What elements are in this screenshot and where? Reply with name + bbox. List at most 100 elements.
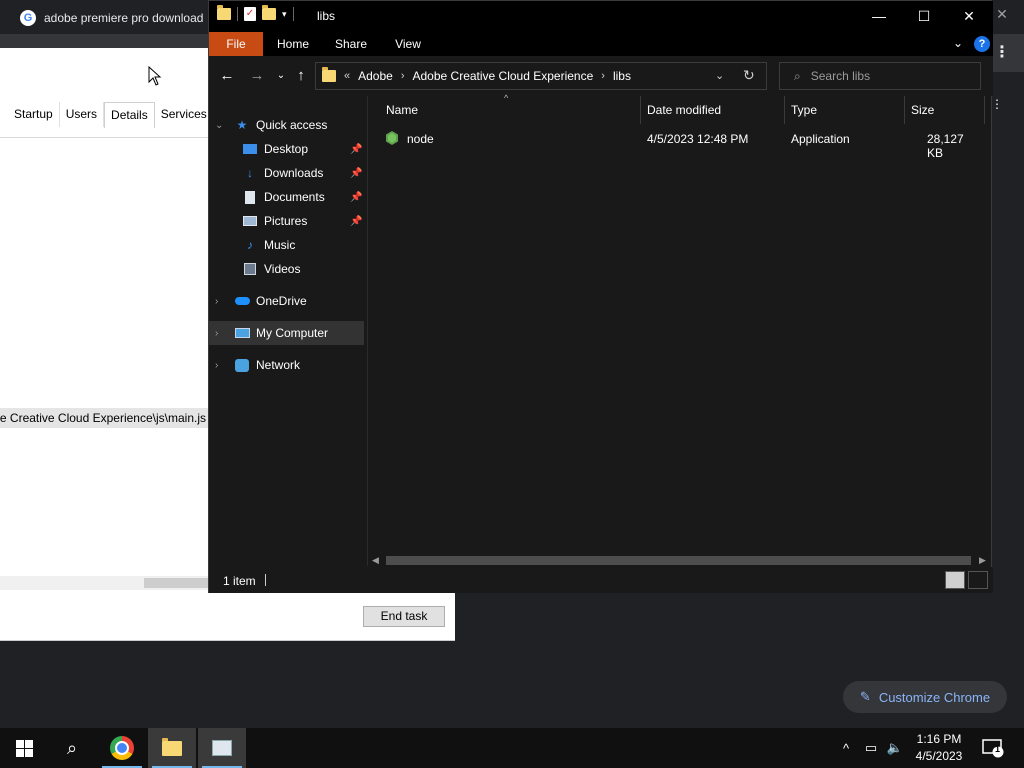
breadcrumb-libs[interactable]: libs	[613, 69, 631, 83]
pictures-icon	[242, 214, 258, 228]
details-path-tooltip: C:\Program Files (x86)\Adobe\Adobe Creat…	[0, 408, 208, 428]
nav-network[interactable]: › Network	[209, 353, 364, 377]
desktop-icon	[242, 142, 258, 156]
taskbar-task-manager[interactable]	[198, 728, 246, 768]
tab-startup[interactable]: Startup	[0, 102, 60, 127]
taskbar-chrome[interactable]	[98, 728, 146, 768]
pin-icon[interactable]: 📌	[350, 168, 362, 179]
customize-chrome-button[interactable]: ✎ Customize Chrome	[843, 681, 1007, 713]
search-input[interactable]: ⌕ Search libs	[779, 62, 981, 90]
quick-access-toolbar: ✓ ▾	[217, 5, 294, 21]
navigation-bar: ← → ⌄ ↑ « Adobe › Adobe Creative Cloud E…	[209, 56, 993, 96]
end-task-button[interactable]: End task	[363, 606, 445, 627]
pin-icon[interactable]: 📌	[350, 216, 362, 227]
task-manager-footer: End task	[0, 593, 455, 641]
nav-desktop[interactable]: Desktop 📌	[209, 137, 364, 161]
column-header-size[interactable]: Size	[911, 96, 934, 124]
nav-music[interactable]: ♪ Music	[209, 233, 364, 257]
scroll-left-icon[interactable]: ◀	[372, 553, 379, 567]
column-header-name[interactable]: Name	[386, 96, 418, 124]
expand-ribbon-icon[interactable]: ⌄	[953, 36, 963, 50]
back-icon[interactable]: ←	[217, 66, 237, 86]
pin-icon[interactable]: 📌	[350, 144, 362, 155]
breadcrumb-overflow[interactable]: «	[344, 70, 350, 82]
network-icon	[234, 358, 250, 372]
nav-my-computer[interactable]: › My Computer	[209, 321, 364, 345]
help-icon[interactable]: ?	[974, 36, 990, 52]
new-folder-icon[interactable]	[262, 5, 276, 20]
scrollbar-thumb[interactable]	[386, 556, 971, 565]
chrome-menu-icon[interactable]: ⋮	[994, 44, 1010, 62]
tab-users[interactable]: Users	[60, 102, 105, 127]
tab-services[interactable]: Services	[155, 102, 214, 127]
tab-home[interactable]: Home	[269, 32, 317, 56]
start-button[interactable]	[0, 728, 48, 768]
tab-view[interactable]: View	[385, 32, 431, 56]
forward-icon[interactable]: →	[247, 66, 267, 86]
network-icon[interactable]: ▭	[860, 728, 882, 768]
file-size: 28,127 KB	[927, 132, 964, 160]
more-options-icon[interactable]: ⋮	[991, 97, 1003, 111]
scroll-right-icon[interactable]: ▶	[979, 553, 986, 567]
sort-ascending-icon: ^	[504, 93, 509, 103]
nav-documents[interactable]: Documents 📌	[209, 185, 364, 209]
windows-icon	[15, 739, 33, 757]
address-bar[interactable]: « Adobe › Adobe Creative Cloud Experienc…	[315, 62, 767, 90]
horizontal-scrollbar[interactable]	[0, 576, 208, 590]
chevron-right-icon[interactable]: ›	[215, 328, 218, 339]
nav-downloads[interactable]: ↓ Downloads 📌	[209, 161, 364, 185]
tab-share[interactable]: Share	[327, 32, 375, 56]
nav-pictures[interactable]: Pictures 📌	[209, 209, 364, 233]
nav-onedrive[interactable]: › OneDrive	[209, 289, 364, 313]
column-header-date-modified[interactable]: Date modified	[647, 96, 721, 124]
system-clock[interactable]: 1:16 PM 4/5/2023	[908, 731, 970, 765]
large-icons-view-icon[interactable]	[968, 571, 988, 589]
nav-videos[interactable]: Videos	[209, 257, 364, 281]
computer-icon	[234, 326, 250, 340]
volume-icon[interactable]: 🔈	[884, 728, 906, 768]
file-explorer-icon	[162, 737, 182, 756]
chrome-close-icon[interactable]: ✕	[992, 4, 1012, 24]
tab-file[interactable]: File	[209, 32, 263, 56]
task-manager-tabs: Startup Users Details Services	[0, 102, 214, 128]
file-list: ^ Name Date modified Type Size node 4/5/…	[368, 93, 991, 567]
divider	[0, 137, 208, 138]
close-icon[interactable]: ✕	[946, 1, 992, 32]
nav-quick-access[interactable]: ⌄ ★ Quick access	[209, 113, 364, 137]
folder-icon	[217, 5, 231, 20]
ribbon-tabs: File Home Share View ⌄ ?	[209, 32, 993, 56]
details-view-icon[interactable]	[945, 571, 965, 589]
recent-locations-icon[interactable]: ⌄	[271, 66, 291, 86]
up-icon[interactable]: ↑	[291, 66, 311, 86]
scrollbar-thumb[interactable]	[144, 578, 208, 588]
address-dropdown-icon[interactable]: ⌄	[715, 69, 724, 82]
breadcrumb-adobe[interactable]: Adobe	[358, 69, 393, 83]
task-manager-window: Startup Users Details Services C:\Progra…	[0, 48, 214, 593]
notification-center-icon[interactable]: 1	[982, 738, 1004, 758]
breadcrumb-adobe-cc-experience[interactable]: Adobe Creative Cloud Experience	[413, 69, 594, 83]
clock-time: 1:16 PM	[916, 732, 962, 746]
chevron-right-icon[interactable]: ›	[401, 70, 405, 82]
column-header-type[interactable]: Type	[791, 96, 817, 124]
download-icon: ↓	[247, 166, 253, 180]
chevron-down-icon[interactable]: ⌄	[215, 120, 223, 131]
tab-details[interactable]: Details	[104, 102, 155, 128]
file-explorer-window: ✓ ▾ libs — ☐ ✕ File Home Share View ⌄ ? …	[208, 0, 1003, 593]
chrome-tab[interactable]: G adobe premiere pro download	[8, 2, 208, 34]
show-hidden-icons-icon[interactable]: ^	[836, 728, 856, 768]
refresh-icon[interactable]: ↻	[743, 67, 755, 84]
properties-icon[interactable]: ✓	[244, 7, 256, 21]
chevron-right-icon[interactable]: ›	[215, 360, 218, 371]
chrome-icon	[110, 736, 134, 760]
minimize-icon[interactable]: —	[856, 1, 902, 32]
chevron-right-icon[interactable]: ›	[215, 296, 218, 307]
pin-icon[interactable]: 📌	[350, 192, 362, 203]
table-row[interactable]: node 4/5/2023 12:48 PM Application 28,12…	[376, 128, 983, 160]
horizontal-scrollbar[interactable]: ◀ ▶	[368, 553, 991, 567]
chevron-right-icon[interactable]: ›	[601, 70, 605, 82]
search-button[interactable]: ⌕	[48, 728, 96, 768]
maximize-icon[interactable]: ☐	[901, 1, 947, 32]
search-placeholder: Search libs	[810, 69, 871, 83]
taskbar-file-explorer[interactable]	[148, 728, 196, 768]
chevron-down-icon[interactable]: ▾	[282, 9, 287, 20]
